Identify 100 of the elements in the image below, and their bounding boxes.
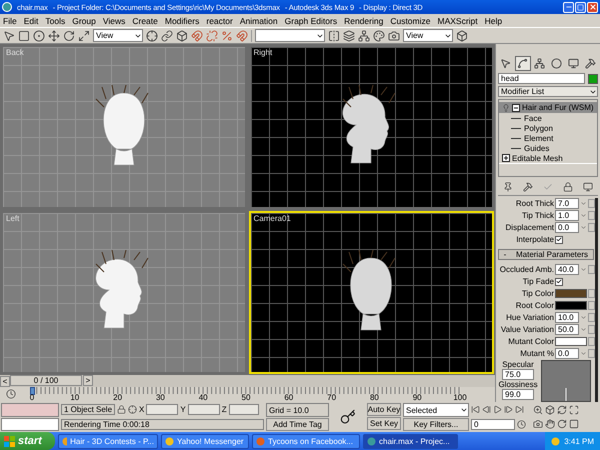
auto-key-button[interactable]: Auto Key	[367, 403, 401, 416]
menu-item[interactable]: Tools	[45, 16, 66, 26]
sub-object-item[interactable]: Guides	[524, 144, 550, 152]
select-icon[interactable]	[3, 30, 15, 42]
lock-icon[interactable]	[563, 182, 573, 192]
cube-icon[interactable]	[176, 30, 188, 42]
checkbox[interactable]	[555, 278, 563, 286]
taskbar-button[interactable]: chair.max - Projec...	[363, 434, 458, 448]
menu-item[interactable]: Help	[484, 16, 502, 26]
rectangle-select-icon[interactable]	[18, 30, 30, 42]
object-color-swatch[interactable]	[588, 74, 598, 84]
circle-select-icon[interactable]	[33, 30, 45, 42]
sub-object-item[interactable]: Element	[524, 134, 554, 142]
pivot-icon[interactable]	[146, 30, 158, 42]
sub-object-item[interactable]: Polygon	[524, 124, 553, 132]
clock-icon[interactable]	[6, 389, 16, 399]
caret-icon[interactable]	[460, 406, 468, 414]
previous-frame-button[interactable]: <	[0, 376, 10, 386]
menu-item[interactable]: Modifiers	[164, 16, 200, 26]
selection-set-dropdown[interactable]	[255, 29, 325, 42]
menu-item[interactable]: Create	[132, 16, 158, 26]
palette-icon[interactable]	[373, 30, 385, 42]
play-icon[interactable]	[493, 405, 502, 414]
modifier-stack-item[interactable]: Editable Mesh	[499, 153, 597, 164]
spinner-field[interactable]: 10.0	[555, 312, 579, 323]
menu-item[interactable]: Group	[72, 16, 96, 26]
modifier-stack-item[interactable]: Hair and Fur (WSM)	[499, 102, 597, 113]
spinner-field[interactable]: 99.0	[502, 389, 534, 400]
taskbar-button[interactable]: Hair - 3D Contests - P...	[58, 434, 158, 448]
menu-item[interactable]: File	[3, 16, 17, 26]
orbit-icon[interactable]	[557, 404, 567, 415]
coordinate-dropdown[interactable]: View	[93, 29, 143, 42]
modifier-list-dropdown[interactable]: Modifier List	[498, 86, 598, 97]
pan-icon[interactable]	[545, 419, 555, 430]
viewport[interactable]: Camera01	[248, 210, 494, 374]
time-config-icon[interactable]	[517, 420, 526, 429]
pin-icon[interactable]	[503, 182, 513, 192]
script-listener-field[interactable]	[1, 403, 59, 416]
viewport-label[interactable]: Right	[254, 48, 272, 57]
expand-icon[interactable]	[502, 154, 510, 162]
lock-icon[interactable]	[117, 405, 126, 414]
menu-item[interactable]: Animation	[240, 16, 278, 26]
spinner-field[interactable]: 50.0	[555, 324, 579, 335]
taskbar-button[interactable]: Yahoo! Messenger	[161, 434, 249, 448]
key-mode-dropdown[interactable]: Selected	[403, 403, 469, 417]
magnet-icon[interactable]	[236, 30, 248, 42]
checkbox[interactable]	[555, 236, 563, 244]
rollout-title[interactable]: Material Parameters	[511, 250, 593, 259]
render-view-dropdown[interactable]: View	[403, 29, 453, 42]
color-swatch[interactable]	[555, 337, 587, 346]
viewport[interactable]: Right	[248, 45, 494, 208]
menu-item[interactable]: Edit	[24, 16, 38, 26]
spinner-field[interactable]: 40.0	[555, 264, 579, 275]
frame-icon[interactable]	[569, 419, 579, 430]
collapse-icon[interactable]	[512, 104, 520, 112]
object-name-field[interactable]: head	[498, 73, 585, 84]
mirror-icon[interactable]	[328, 30, 340, 42]
panel-tab[interactable]	[514, 56, 531, 71]
y-coordinate-field[interactable]	[188, 404, 220, 416]
collapse-sign[interactable]: -	[499, 250, 511, 259]
key-icon[interactable]	[340, 409, 356, 425]
current-frame-field[interactable]: 0	[471, 418, 515, 430]
zoom-icon[interactable]	[533, 404, 543, 415]
time-slider-thumb[interactable]: 0 / 100	[10, 375, 82, 386]
taskbar-button[interactable]: Tycoons on Facebook...	[252, 434, 360, 448]
menu-item[interactable]: Views	[102, 16, 126, 26]
menu-item[interactable]: reactor	[206, 16, 233, 26]
camera-icon[interactable]	[533, 419, 543, 430]
color-swatch[interactable]	[555, 301, 587, 310]
set-key-button[interactable]: Set Key	[367, 417, 401, 430]
script-output-field[interactable]	[1, 418, 59, 431]
rotate-icon[interactable]	[63, 30, 75, 42]
maximize-button[interactable]	[575, 2, 586, 12]
go-to-end-icon[interactable]	[515, 405, 524, 414]
percent-icon[interactable]	[221, 30, 233, 42]
menu-item[interactable]: MAXScript	[437, 16, 478, 26]
menu-item[interactable]: Rendering	[344, 16, 384, 26]
spinner-field[interactable]: 75.0	[502, 369, 534, 380]
add-time-tag-button[interactable]: Add Time Tag	[266, 418, 329, 431]
move-icon[interactable]	[48, 30, 60, 42]
next-frame-button[interactable]: >	[83, 375, 93, 386]
unlink-icon[interactable]	[206, 30, 218, 42]
cube-icon[interactable]	[545, 404, 555, 415]
key-filters-button[interactable]: Key Filters...	[403, 418, 469, 431]
scale-icon[interactable]	[78, 30, 90, 42]
spinner-field[interactable]: 0.0	[555, 348, 579, 359]
schematic-icon[interactable]	[358, 30, 370, 42]
z-coordinate-field[interactable]	[228, 404, 259, 416]
camera-icon[interactable]	[388, 30, 400, 42]
spinner-field[interactable]: 7.0	[555, 198, 579, 209]
spinner-field[interactable]: 1.0	[555, 210, 579, 221]
go-to-start-icon[interactable]	[471, 405, 480, 414]
frame-marker[interactable]	[30, 387, 35, 395]
sub-object-item[interactable]: Face	[524, 114, 542, 122]
previous-frame-icon[interactable]	[482, 405, 491, 414]
rollout-header[interactable]: - Material Parameters	[498, 249, 594, 260]
start-button[interactable]: start	[0, 432, 55, 450]
color-swatch[interactable]	[555, 289, 587, 298]
close-button[interactable]	[587, 2, 598, 12]
rotate-icon[interactable]	[557, 419, 567, 430]
